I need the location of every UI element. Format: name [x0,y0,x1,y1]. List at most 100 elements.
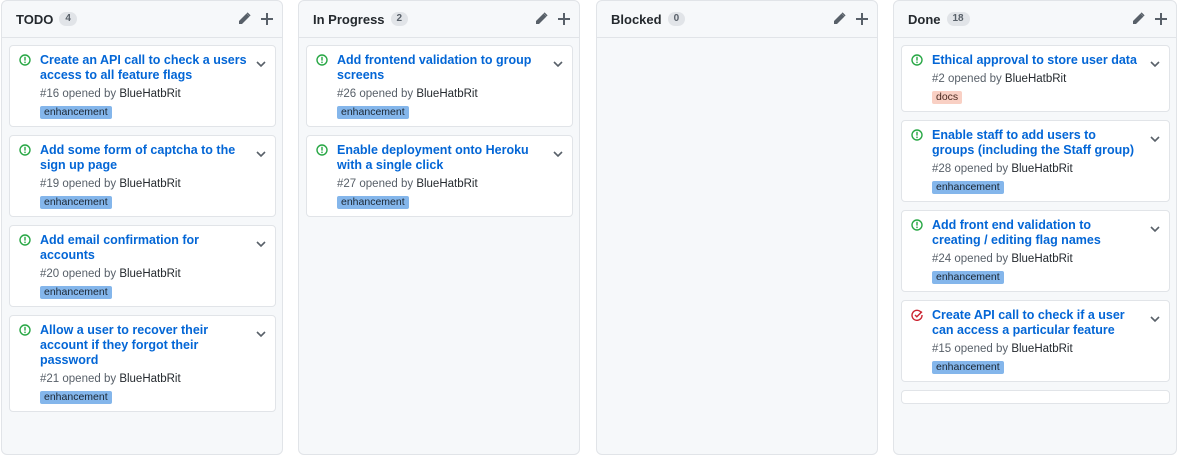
column-cards [597,37,877,454]
column-blocked: Blocked 0 [596,0,878,455]
opened-by-text: opened by [948,73,1002,85]
issue-title-link[interactable]: Ethical approval to store user data [932,53,1161,68]
issue-card[interactable]: Create API call to check if a user can a… [901,300,1170,382]
label-docs[interactable]: docs [932,91,963,104]
issue-card[interactable]: Add some form of captcha to the sign up … [9,135,276,217]
chevron-down-icon[interactable] [256,55,266,73]
issue-author-link[interactable]: BlueHatbRit [416,178,477,190]
column-title: In Progress [313,11,385,27]
issue-title-link[interactable]: Allow a user to recover their account if… [40,323,267,368]
column-title: Done [908,11,941,27]
project-board: TODO 4 Create an API call to check a use… [0,0,1179,457]
issue-title-link[interactable]: Add frontend validation to group screens [337,53,564,83]
issue-opened-icon [19,54,33,66]
opened-by-text: opened by [62,268,117,280]
card-count-badge: 4 [59,12,77,26]
issue-number: #20 [40,268,60,280]
issue-card[interactable]: Add email confirmation for accounts #20 … [9,225,276,307]
issue-title-link[interactable]: Create an API call to check a users acce… [40,53,267,83]
issue-author-link[interactable]: BlueHatbRit [119,178,180,190]
chevron-down-icon[interactable] [553,145,563,163]
label-enhancement[interactable]: enhancement [932,181,1004,194]
card-count-badge: 2 [390,12,409,26]
card-count-badge: 18 [946,12,970,26]
issue-card[interactable]: Add front end validation to creating / e… [901,210,1170,292]
issue-author-link[interactable]: BlueHatbRit [119,268,180,280]
column-done: Done 18 Ethical approval to store user d… [893,0,1177,455]
issue-author-link[interactable]: BlueHatbRit [119,373,180,385]
label-enhancement[interactable]: enhancement [40,286,112,299]
card-count-badge: 0 [667,12,686,26]
pencil-icon[interactable] [1131,12,1145,26]
column-title: Blocked [611,11,662,27]
issue-card[interactable]: Enable staff to add users to groups (inc… [901,120,1170,202]
plus-icon[interactable] [261,13,273,25]
issue-closed-icon [911,309,925,321]
issue-title-link[interactable]: Create API call to check if a user can a… [932,308,1161,338]
issue-title-link[interactable]: Enable deployment onto Heroku with a sin… [337,143,564,173]
pencil-icon[interactable] [237,12,251,26]
issue-author-link[interactable]: BlueHatbRit [1011,253,1072,265]
column-cards: Add frontend validation to group screens… [299,37,579,454]
issue-title-link[interactable]: Add email confirmation for accounts [40,233,267,263]
issue-card-partial[interactable] [901,390,1170,404]
label-enhancement[interactable]: enhancement [40,391,112,404]
issue-number: #19 [40,178,60,190]
issue-title-link[interactable]: Add some form of captcha to the sign up … [40,143,267,173]
column-header: Blocked 0 [597,1,877,37]
opened-by-text: opened by [62,178,117,190]
opened-by-text: opened by [359,88,414,100]
opened-by-text: opened by [62,88,117,100]
issue-author-link[interactable]: BlueHatbRit [1011,343,1072,355]
opened-by-text: opened by [954,163,1009,175]
column-header: In Progress 2 [299,1,579,37]
issue-opened-icon [19,144,33,156]
issue-number: #2 [932,73,945,85]
plus-icon[interactable] [558,13,570,25]
column-in-progress: In Progress 2 Add frontend validation to… [298,0,580,455]
chevron-down-icon[interactable] [1150,55,1160,73]
chevron-down-icon[interactable] [553,55,563,73]
issue-number: #27 [337,178,357,190]
issue-card[interactable]: Ethical approval to store user data #2 o… [901,45,1170,112]
chevron-down-icon[interactable] [256,325,266,343]
opened-by-text: opened by [359,178,414,190]
issue-card[interactable]: Allow a user to recover their account if… [9,315,276,412]
issue-number: #16 [40,88,60,100]
issue-opened-icon [316,144,330,156]
issue-number: #21 [40,373,60,385]
issue-card[interactable]: Create an API call to check a users acce… [9,45,276,127]
issue-opened-icon [911,219,925,231]
opened-by-text: opened by [62,373,117,385]
issue-title-link[interactable]: Add front end validation to creating / e… [932,218,1161,248]
chevron-down-icon[interactable] [256,235,266,253]
issue-opened-icon [19,234,33,246]
label-enhancement[interactable]: enhancement [40,106,112,119]
issue-author-link[interactable]: BlueHatbRit [119,88,180,100]
issue-author-link[interactable]: BlueHatbRit [416,88,477,100]
chevron-down-icon[interactable] [256,145,266,163]
chevron-down-icon[interactable] [1150,310,1160,328]
pencil-icon[interactable] [534,12,548,26]
issue-title-link[interactable]: Enable staff to add users to groups (inc… [932,128,1161,158]
issue-opened-icon [911,54,925,66]
label-enhancement[interactable]: enhancement [932,271,1004,284]
label-enhancement[interactable]: enhancement [40,196,112,209]
pencil-icon[interactable] [832,12,846,26]
issue-number: #15 [932,343,952,355]
chevron-down-icon[interactable] [1150,220,1160,238]
issue-author-link[interactable]: BlueHatbRit [1005,73,1066,85]
column-cards: Create an API call to check a users acce… [2,37,282,454]
plus-icon[interactable] [1155,13,1167,25]
label-enhancement[interactable]: enhancement [337,196,409,209]
column-cards: Ethical approval to store user data #2 o… [894,37,1176,454]
plus-icon[interactable] [856,13,868,25]
issue-card[interactable]: Add frontend validation to group screens… [306,45,573,127]
chevron-down-icon[interactable] [1150,130,1160,148]
issue-opened-icon [316,54,330,66]
label-enhancement[interactable]: enhancement [932,361,1004,374]
issue-card[interactable]: Enable deployment onto Heroku with a sin… [306,135,573,217]
issue-opened-icon [19,324,33,336]
label-enhancement[interactable]: enhancement [337,106,409,119]
issue-author-link[interactable]: BlueHatbRit [1011,163,1072,175]
